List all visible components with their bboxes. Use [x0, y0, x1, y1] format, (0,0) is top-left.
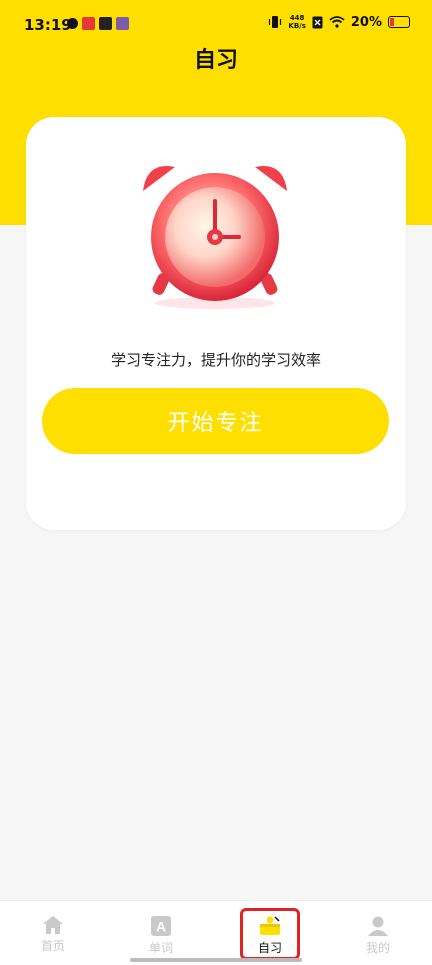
net-speed: 448 KB/s — [288, 14, 305, 30]
word-a-icon: A — [151, 916, 171, 936]
alarm-clock-icon — [143, 166, 287, 309]
tab-home-label: 首页 — [40, 939, 65, 953]
tab-home[interactable]: 首页 — [18, 909, 88, 954]
page-title: 自习 — [193, 48, 238, 73]
focus-subtitle: 学习专注力，提升你的学习效率 — [110, 351, 321, 369]
status-notification-icons — [67, 17, 129, 30]
play-app-icon — [99, 17, 112, 30]
battery-fill — [390, 18, 394, 26]
red-app-icon — [82, 17, 95, 30]
net-speed-value: 448 — [289, 14, 305, 22]
wifi-icon — [329, 16, 345, 28]
battery-percent: 20% — [350, 14, 382, 30]
no-sim-icon — [312, 16, 323, 28]
profile-icon — [368, 916, 388, 936]
home-icon — [43, 916, 63, 934]
active-tab-highlight — [240, 908, 300, 960]
status-right-group: 448 KB/s 20% — [268, 14, 410, 30]
tab-words-label: 单词 — [148, 941, 173, 955]
avatar-app-icon — [116, 17, 129, 30]
status-time: 13:19 — [24, 16, 72, 34]
tab-profile-label: 我的 — [365, 941, 390, 955]
start-focus-button[interactable]: 开始专注 — [42, 388, 389, 454]
vibrate-icon — [269, 16, 282, 28]
home-indicator[interactable] — [130, 958, 302, 962]
battery-icon — [388, 16, 410, 28]
loop-app-icon — [67, 18, 78, 29]
bottom-tab-bar: 首页 A 单词 自习 我的 — [0, 900, 432, 965]
tab-profile[interactable]: 我的 — [343, 909, 413, 956]
svg-text:A: A — [156, 919, 166, 935]
net-speed-unit: KB/s — [288, 22, 306, 30]
tab-words[interactable]: A 单词 — [126, 909, 196, 956]
